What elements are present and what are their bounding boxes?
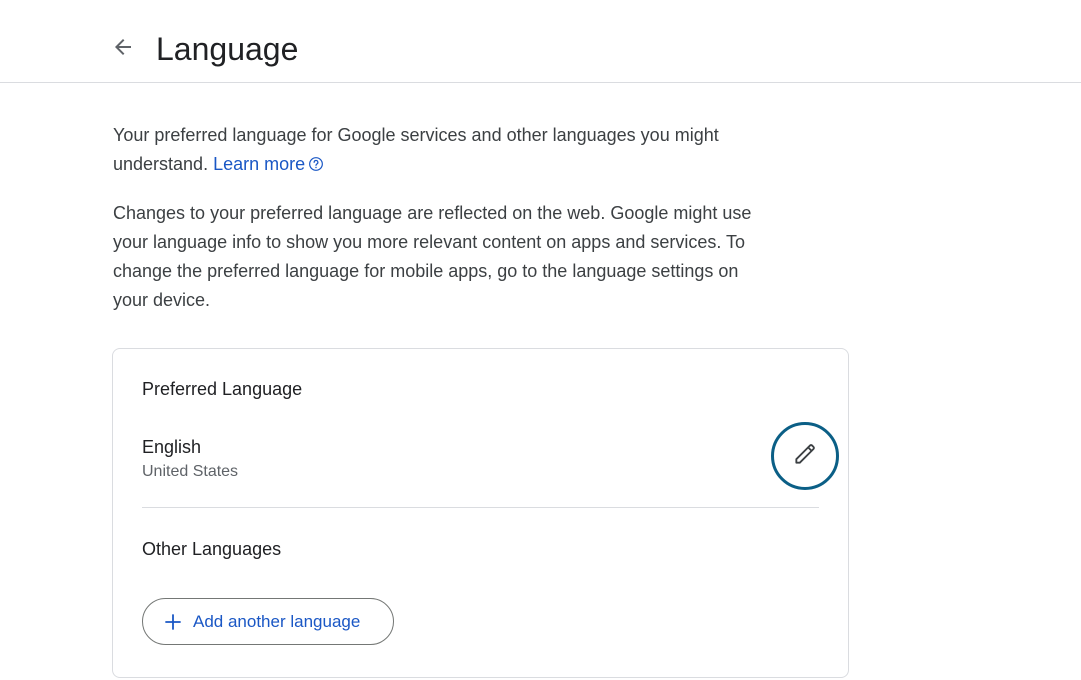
- page-header: Language: [0, 0, 1081, 83]
- add-another-language-button[interactable]: Add another language: [142, 598, 394, 645]
- edit-preferred-language-button[interactable]: [771, 422, 839, 490]
- intro-section: Your preferred language for Google servi…: [113, 121, 773, 315]
- section-divider: [142, 507, 819, 508]
- intro-paragraph-1: Your preferred language for Google servi…: [113, 121, 773, 181]
- add-another-language-label: Add another language: [193, 611, 361, 631]
- other-languages-title: Other Languages: [142, 539, 282, 559]
- pencil-icon: [792, 441, 818, 472]
- arrow-back-icon: [111, 35, 135, 64]
- plus-icon: [164, 613, 182, 631]
- intro-paragraph-2: Changes to your preferred language are r…: [113, 203, 752, 310]
- learn-more-link[interactable]: Learn more: [213, 154, 324, 174]
- back-button[interactable]: [104, 30, 142, 68]
- preferred-language-region: United States: [142, 463, 239, 480]
- preferred-language-name: English: [142, 437, 202, 457]
- preferred-language-title: Preferred Language: [142, 379, 303, 399]
- intro-text-1: Your preferred language for Google servi…: [113, 125, 719, 174]
- help-circle-icon: [308, 152, 324, 181]
- page-title: Language: [156, 31, 299, 67]
- language-card: Preferred Language English United States…: [112, 348, 849, 678]
- learn-more-label: Learn more: [213, 154, 306, 174]
